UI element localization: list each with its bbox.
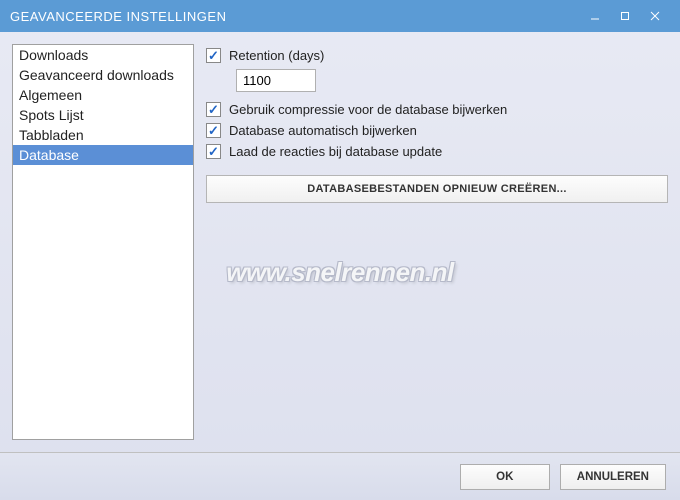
retention-label: Retention (days)	[229, 48, 324, 63]
maximize-icon	[620, 11, 630, 21]
compression-label: Gebruik compressie voor de database bijw…	[229, 102, 507, 117]
auto-update-checkbox[interactable]	[206, 123, 221, 138]
category-sidebar: Downloads Geavanceerd downloads Algemeen…	[12, 44, 194, 440]
retention-checkbox[interactable]	[206, 48, 221, 63]
sidebar-item-advanced-downloads[interactable]: Geavanceerd downloads	[13, 65, 193, 85]
ok-button[interactable]: OK	[460, 464, 550, 490]
window-title: GEAVANCEERDE INSTELLINGEN	[10, 9, 580, 24]
maximize-button[interactable]	[610, 4, 640, 28]
retention-input[interactable]	[236, 69, 316, 92]
retention-input-row	[236, 69, 668, 92]
sidebar-item-downloads[interactable]: Downloads	[13, 45, 193, 65]
dialog-button-bar: OK ANNULEREN	[0, 452, 680, 500]
sidebar-item-spots-list[interactable]: Spots Lijst	[13, 105, 193, 125]
sidebar-item-tabs[interactable]: Tabbladen	[13, 125, 193, 145]
window-controls	[580, 4, 670, 28]
sidebar-item-database[interactable]: Database	[13, 145, 193, 165]
recreate-database-button[interactable]: DATABASEBESTANDEN OPNIEUW CREËREN...	[206, 175, 668, 203]
compression-row: Gebruik compressie voor de database bijw…	[206, 102, 668, 117]
auto-update-row: Database automatisch bijwerken	[206, 123, 668, 138]
compression-checkbox[interactable]	[206, 102, 221, 117]
auto-update-label: Database automatisch bijwerken	[229, 123, 417, 138]
load-comments-label: Laad de reacties bij database update	[229, 144, 442, 159]
title-bar: GEAVANCEERDE INSTELLINGEN	[0, 0, 680, 32]
close-icon	[650, 11, 660, 21]
retention-row: Retention (days)	[206, 48, 668, 63]
load-comments-checkbox[interactable]	[206, 144, 221, 159]
cancel-button[interactable]: ANNULEREN	[560, 464, 666, 490]
load-comments-row: Laad de reacties bij database update	[206, 144, 668, 159]
sidebar-item-general[interactable]: Algemeen	[13, 85, 193, 105]
settings-panel: Retention (days) Gebruik compressie voor…	[206, 44, 668, 440]
minimize-button[interactable]	[580, 4, 610, 28]
main-area: Downloads Geavanceerd downloads Algemeen…	[0, 32, 680, 452]
minimize-icon	[590, 11, 600, 21]
close-button[interactable]	[640, 4, 670, 28]
